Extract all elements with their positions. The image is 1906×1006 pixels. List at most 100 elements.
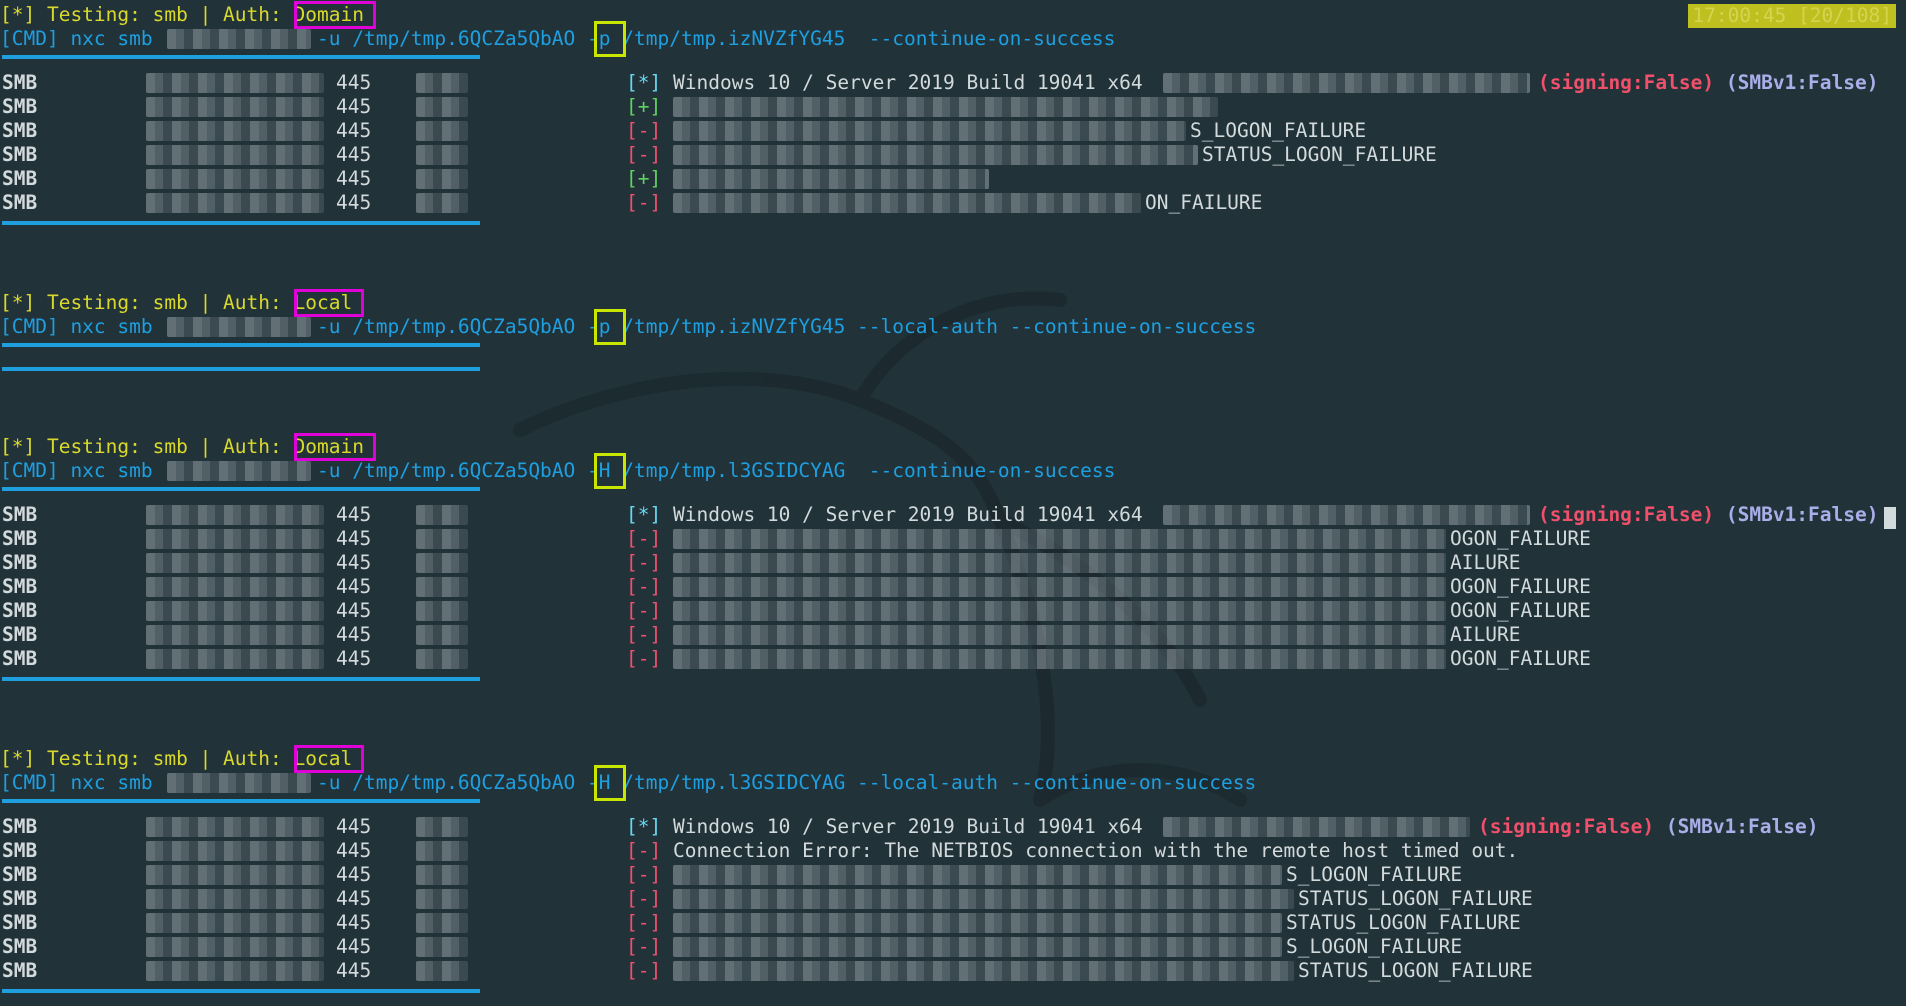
- status-mark: [-]: [626, 647, 661, 671]
- redacted-hostname: [416, 649, 468, 669]
- command-prefix: [CMD] nxc smb: [0, 315, 165, 338]
- status-mark-text: [*]: [626, 503, 662, 526]
- port-value: 445: [336, 935, 371, 959]
- redacted-hostname: [416, 961, 468, 981]
- result-message-text: OGON_FAILURE: [1450, 575, 1591, 598]
- redacted-hostname: [416, 841, 468, 861]
- result-row: SMB: [2, 551, 37, 575]
- result-message: STATUS_LOGON_FAILURE: [1298, 959, 1533, 983]
- smbv1-flag: (SMBv1:False): [1665, 815, 1819, 838]
- status-mark-text: [-]: [626, 647, 662, 670]
- command-prefix: [CMD] nxc smb: [0, 27, 165, 50]
- protocol-label: SMB: [2, 623, 38, 646]
- redacted-ip: [146, 577, 324, 597]
- port-text: 445: [336, 935, 372, 958]
- redacted-hostname: [416, 121, 468, 141]
- status-mark: [-]: [626, 191, 661, 215]
- redacted-ip: [146, 553, 324, 573]
- port-value: 445: [336, 551, 371, 575]
- redacted-message: [673, 937, 1282, 957]
- auth-highlight-box: [294, 289, 364, 317]
- redacted-message: [673, 961, 1294, 981]
- port-value: 445: [336, 95, 371, 119]
- result-message: S_LOGON_FAILURE: [1190, 119, 1366, 143]
- result-message: OGON_FAILURE: [1450, 575, 1591, 599]
- port-value: 445: [336, 503, 371, 527]
- result-row: SMB: [2, 935, 37, 959]
- auth-highlight-box: [294, 433, 376, 461]
- protocol-label: SMB: [2, 191, 38, 214]
- status-mark-text: [-]: [626, 599, 662, 622]
- redacted-host: [167, 317, 311, 337]
- redacted-ip: [146, 865, 324, 885]
- redacted-domain-info: [1163, 73, 1530, 93]
- separator-rule: [2, 55, 480, 59]
- port-text: 445: [336, 839, 372, 862]
- status-mark: [-]: [626, 143, 661, 167]
- redacted-message: [673, 577, 1446, 597]
- status-mark: [*]: [626, 503, 661, 527]
- result-message-text: S_LOGON_FAILURE: [1286, 935, 1463, 958]
- result-row: SMB: [2, 575, 37, 599]
- protocol-label: SMB: [2, 887, 38, 910]
- result-row: SMB: [2, 623, 37, 647]
- redacted-ip: [146, 121, 324, 141]
- redacted-message: [673, 193, 1141, 213]
- smbv1-flag: (SMBv1:False): [1725, 71, 1879, 94]
- protocol-label: SMB: [2, 935, 38, 958]
- result-row: SMB: [2, 911, 37, 935]
- protocol-label: SMB: [2, 95, 38, 118]
- result-message-text: OGON_FAILURE: [1450, 647, 1591, 670]
- result-message: ON_FAILURE: [1145, 191, 1262, 215]
- status-mark: [-]: [626, 863, 661, 887]
- redacted-hostname: [416, 625, 468, 645]
- status-mark: [*]: [626, 71, 661, 95]
- port-text: 445: [336, 119, 372, 142]
- port-value: 445: [336, 887, 371, 911]
- redacted-hostname: [416, 553, 468, 573]
- protocol-label: SMB: [2, 647, 38, 670]
- result-message-text: OGON_FAILURE: [1450, 599, 1591, 622]
- command-rest: /tmp/tmp.izNVZfYG45 --continue-on-succes…: [610, 27, 1116, 50]
- port-value: 445: [336, 911, 371, 935]
- os-info-text: Windows 10 / Server 2019 Build 19041 x64: [673, 815, 1143, 838]
- auth-highlight-box: [294, 745, 364, 773]
- terminal-cursor: [1884, 507, 1896, 529]
- port-text: 445: [336, 623, 372, 646]
- command-rest: /tmp/tmp.l3GSIDCYAG --local-auth --conti…: [610, 771, 1257, 794]
- separator-rule: [2, 343, 480, 347]
- port-value: 445: [336, 143, 371, 167]
- redacted-ip: [146, 73, 324, 93]
- terminal-output: 17:00:45 [20/108] [*] Testing: smb | Aut…: [0, 0, 1906, 1006]
- separator-rule: [2, 989, 480, 993]
- port-value: 445: [336, 71, 371, 95]
- testing-header-prefix: [*] Testing: smb | Auth:: [0, 3, 294, 26]
- status-mark-text: [-]: [626, 623, 662, 646]
- port-text: 445: [336, 551, 372, 574]
- result-message: S_LOGON_FAILURE: [1286, 935, 1462, 959]
- redacted-hostname: [416, 889, 468, 909]
- status-mark: [-]: [626, 935, 661, 959]
- protocol-label: SMB: [2, 815, 38, 838]
- protocol-label: SMB: [2, 551, 38, 574]
- tmux-status-indicator: 17:00:45 [20/108]: [1688, 4, 1896, 28]
- result-row: SMB: [2, 95, 37, 119]
- status-mark-text: [-]: [626, 863, 662, 886]
- signing-info: (signing:False) (SMBv1:False): [1538, 503, 1878, 527]
- os-info-text: Windows 10 / Server 2019 Build 19041 x64: [673, 503, 1143, 526]
- testing-header-prefix: [*] Testing: smb | Auth:: [0, 747, 294, 770]
- result-message-text: STATUS_LOGON_FAILURE: [1286, 911, 1521, 934]
- result-row: SMB: [2, 647, 37, 671]
- redacted-ip: [146, 961, 324, 981]
- redacted-ip: [146, 937, 324, 957]
- port-value: 445: [336, 647, 371, 671]
- status-mark-text: [-]: [626, 959, 662, 982]
- redacted-ip: [146, 625, 324, 645]
- redacted-ip: [146, 145, 324, 165]
- result-row: SMB: [2, 527, 37, 551]
- redacted-hostname: [416, 193, 468, 213]
- testing-header-prefix: [*] Testing: smb | Auth:: [0, 435, 294, 458]
